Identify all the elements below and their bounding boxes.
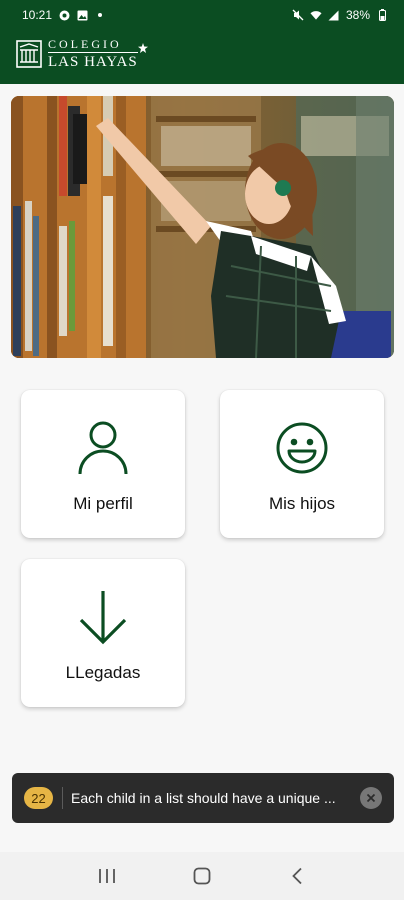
home-icon[interactable]	[182, 856, 222, 896]
warning-count-badge: 22	[24, 787, 53, 809]
app-bar: 10:21 38% COLEGIO LAS HAYAS	[0, 0, 404, 84]
logo-line-1: COLEGIO	[48, 37, 122, 51]
mi-perfil-label: Mi perfil	[73, 494, 133, 513]
warning-toast[interactable]: 22 Each child in a list should have a un…	[12, 773, 394, 823]
system-navigation-bar	[0, 852, 404, 900]
smiley-icon	[276, 422, 328, 474]
llegadas-label: LLegadas	[65, 663, 141, 682]
battery-level: 38%	[345, 8, 370, 22]
llegadas-card[interactable]: LLegadas	[21, 559, 185, 707]
close-icon[interactable]	[360, 787, 382, 809]
library-girl-illustration	[11, 96, 394, 358]
school-logo-icon	[16, 40, 42, 68]
status-time: 10:21	[22, 8, 53, 22]
arrow-down-icon	[79, 591, 127, 645]
gallery-icon	[76, 9, 88, 21]
signal-icon	[328, 9, 340, 21]
back-icon[interactable]	[277, 856, 317, 896]
leaf-icon	[137, 43, 148, 53]
mi-perfil-card[interactable]: Mi perfil	[21, 390, 185, 538]
dot-icon	[94, 9, 106, 21]
recents-icon[interactable]	[87, 856, 127, 896]
status-bar: 10:21 38%	[0, 0, 404, 30]
toast-divider	[62, 787, 63, 809]
mis-hijos-card[interactable]: Mis hijos	[220, 390, 384, 538]
wifi-icon	[310, 9, 322, 21]
toast-message: Each child in a list should have a uniqu…	[71, 790, 336, 806]
person-icon	[78, 421, 128, 475]
app-notification-icon	[58, 9, 70, 21]
mis-hijos-label: Mis hijos	[268, 494, 336, 513]
mute-icon	[292, 9, 304, 21]
battery-icon	[376, 9, 388, 21]
hero-photo	[11, 96, 394, 358]
logo-line-2: LAS HAYAS	[48, 52, 138, 70]
school-logo: COLEGIO LAS HAYAS	[16, 37, 148, 70]
